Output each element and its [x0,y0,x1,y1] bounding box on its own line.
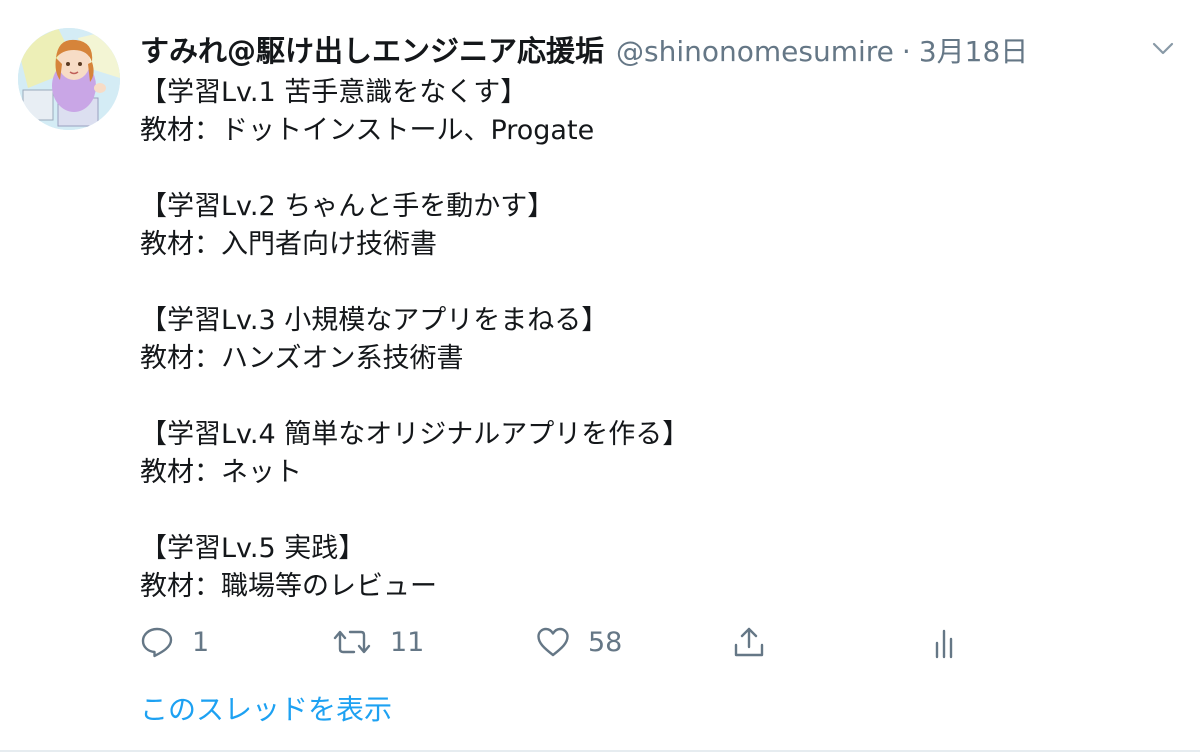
retweet-button[interactable]: 11 [332,620,424,664]
tweet-line: 教材：入門者向け技術書 [140,229,437,260]
tweet-line: 【学習Lv.5 実践】 [140,533,366,564]
tweet-line: 教材：ドットインストール、Progate [140,115,595,146]
like-button[interactable]: 58 [536,620,622,664]
line-break [140,492,1140,530]
display-name[interactable]: すみれ@駆け出しエンジニア応援垢 [140,28,604,70]
user-handle[interactable]: @shinonomesumire [616,35,894,68]
heart-icon [536,626,570,658]
separator-dot: · [901,35,911,68]
tweet[interactable]: すみれ@駆け出しエンジニア応援垢 @shinonomesumire · 3月18… [0,0,1200,752]
retweet-count: 11 [390,626,425,658]
chevron-down-icon[interactable] [1148,36,1178,60]
line-break [140,264,1140,302]
tweet-line: 教材：職場等のレビュー [140,571,437,602]
line-break [140,150,1140,188]
tweet-line: 教材：ハンズオン系技術書 [140,343,464,374]
analytics-icon [932,625,962,659]
tweet-line: 【学習Lv.2 ちゃんと手を動かす】 [140,191,555,222]
like-count: 58 [588,626,623,658]
tweet-date[interactable]: 3月18日 [919,30,1028,70]
tweet-line: 【学習Lv.1 苦手意識をなくす】 [140,77,528,108]
tweet-line: 【学習Lv.3 小規模なアプリをまねる】 [140,305,609,336]
tweet-line: 【学習Lv.4 簡単なオリジナルアプリを作る】 [140,419,690,450]
reply-icon [140,625,174,659]
reply-button[interactable]: 1 [140,620,209,664]
reply-count: 1 [192,626,210,658]
share-icon [732,625,766,659]
tweet-line: 教材：ネット [140,457,302,488]
avatar[interactable] [18,28,120,130]
tweet-text: 【学習Lv.1 苦手意識をなくす】 教材：ドットインストール、Progate 【… [140,74,1140,606]
analytics-button[interactable] [932,620,962,664]
avatar-illustration [18,28,120,130]
tweet-header: すみれ@駆け出しエンジニア応援垢 @shinonomesumire · 3月18… [140,28,1028,68]
tweet-actions: 1 11 58 [140,620,1040,664]
line-break [140,378,1140,416]
retweet-icon [332,625,372,659]
share-button[interactable] [732,620,766,664]
show-thread-link[interactable]: このスレッドを表示 [140,688,392,728]
